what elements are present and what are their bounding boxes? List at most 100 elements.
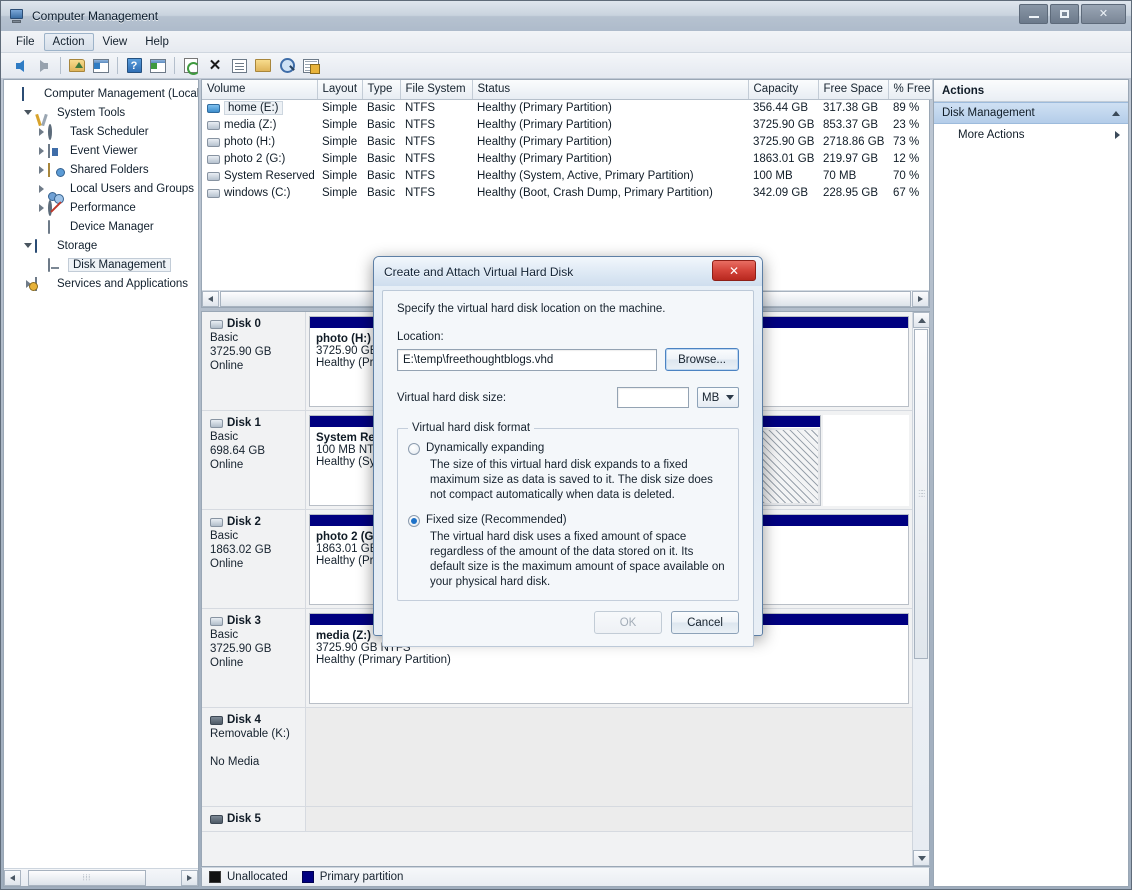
tree-item-performance[interactable]: Performance bbox=[4, 198, 198, 217]
chevron-down-icon[interactable] bbox=[21, 110, 35, 115]
tree-item-services-and-applications[interactable]: Services and Applications bbox=[4, 274, 198, 293]
column-header-volume[interactable]: Volume bbox=[202, 80, 318, 100]
disk-row[interactable]: Disk 5 bbox=[202, 807, 912, 832]
table-row[interactable]: windows (C:) Simple Basic NTFS Healthy (Boot… bbox=[202, 185, 962, 202]
free-space-cell: 219.97 GB bbox=[823, 153, 878, 165]
disk-row[interactable]: Disk 4 Removable (K:) No Media bbox=[202, 708, 912, 807]
tree-item-local-users-and-groups[interactable]: Local Users and Groups bbox=[4, 179, 198, 198]
tree-horizontal-scrollbar[interactable]: ⦙⦙⦙ bbox=[4, 868, 198, 886]
delete-icon[interactable]: ✕ bbox=[204, 55, 226, 77]
disk-header[interactable]: Disk 3 Basic 3725.90 GB Online bbox=[202, 609, 306, 707]
column-header-percent-free[interactable]: % Free bbox=[888, 80, 933, 100]
tree-item-shared-folders[interactable]: Shared Folders bbox=[4, 160, 198, 179]
open-folder-icon[interactable] bbox=[252, 55, 274, 77]
table-row[interactable]: home (E:) Simple Basic NTFS Healthy (Primary… bbox=[202, 99, 962, 117]
column-header-layout[interactable]: Layout bbox=[317, 80, 363, 100]
column-header-type[interactable]: Type bbox=[362, 80, 401, 100]
column-header-free-space[interactable]: Free Space bbox=[818, 80, 889, 100]
chevron-right-icon[interactable] bbox=[34, 165, 48, 174]
capacity-cell: 356.44 GB bbox=[753, 102, 808, 114]
option-dynamically-expanding[interactable]: Dynamically expanding bbox=[408, 442, 728, 455]
tree-item-computer-management-local[interactable]: Computer Management (Local bbox=[4, 84, 198, 103]
radio-fixed-size[interactable] bbox=[408, 514, 420, 527]
dialog-content: Specify the virtual hard disk location o… bbox=[382, 290, 754, 648]
tree-item-task-scheduler[interactable]: Task Scheduler bbox=[4, 122, 198, 141]
disk-type: Basic bbox=[210, 629, 239, 641]
properties-icon[interactable] bbox=[228, 55, 250, 77]
configure-view-icon[interactable] bbox=[300, 55, 322, 77]
browse-button[interactable]: Browse... bbox=[665, 348, 739, 371]
cancel-button[interactable]: Cancel bbox=[671, 611, 739, 635]
disk-state: Online bbox=[210, 558, 244, 570]
refresh-icon[interactable] bbox=[180, 55, 202, 77]
help-icon[interactable]: ? bbox=[123, 55, 145, 77]
volume-scroll-right-arrow[interactable] bbox=[912, 291, 929, 307]
chevron-right-icon[interactable] bbox=[34, 184, 48, 193]
chevron-down-icon bbox=[726, 395, 734, 400]
close-button[interactable]: ✕ bbox=[1081, 4, 1126, 24]
menu-item-file[interactable]: File bbox=[7, 33, 44, 51]
disk-header[interactable]: Disk 1 Basic 698.64 GB Online bbox=[202, 411, 306, 509]
disk-volume-icon bbox=[207, 103, 220, 113]
radio-dynamically-expanding[interactable] bbox=[408, 443, 420, 455]
up-folder-icon[interactable] bbox=[66, 55, 88, 77]
menu-item-help[interactable]: Help bbox=[136, 33, 178, 51]
tree-scroll-thumb[interactable]: ⦙⦙⦙ bbox=[28, 869, 146, 886]
tree-item-storage[interactable]: Storage bbox=[4, 236, 198, 255]
disk-vertical-scrollbar[interactable]: ⦙⦙⦙ bbox=[912, 312, 930, 866]
column-header-file-system[interactable]: File System bbox=[400, 80, 473, 100]
maximize-button[interactable] bbox=[1050, 4, 1079, 24]
chevron-up-icon[interactable] bbox=[1112, 110, 1120, 116]
size-unit-select[interactable]: MB bbox=[697, 387, 739, 408]
dialog-close-button[interactable]: ✕ bbox=[712, 260, 756, 281]
location-input[interactable]: E:\temp\freethoughtblogs.vhd bbox=[397, 348, 658, 371]
menu-item-view[interactable]: View bbox=[94, 33, 137, 51]
forward-arrow-icon[interactable] bbox=[33, 55, 55, 77]
tree-item-disk-management[interactable]: Disk Management bbox=[4, 255, 198, 274]
disk-scroll-up-arrow[interactable] bbox=[913, 312, 930, 328]
chevron-right-icon[interactable] bbox=[34, 127, 48, 136]
search-icon[interactable] bbox=[276, 55, 298, 77]
table-row[interactable]: System Reserved Simple Basic NTFS Healthy (S… bbox=[202, 168, 962, 185]
tree-scroll-left-arrow[interactable] bbox=[4, 869, 21, 886]
tree-scroll-right-arrow[interactable] bbox=[181, 869, 198, 886]
disk-scroll-down-arrow[interactable] bbox=[913, 850, 930, 866]
table-row[interactable]: photo 2 (G:) Simple Basic NTFS Healthy (Prim… bbox=[202, 151, 962, 168]
chevron-right-icon[interactable] bbox=[34, 146, 48, 155]
menu-item-action[interactable]: Action bbox=[43, 32, 94, 51]
chevron-down-icon[interactable] bbox=[21, 243, 35, 248]
chevron-right-icon[interactable] bbox=[1115, 131, 1120, 139]
disk-title: Disk 5 bbox=[210, 813, 297, 825]
tree-item-event-viewer[interactable]: Event Viewer bbox=[4, 141, 198, 160]
option-fixed-size[interactable]: Fixed size (Recommended) bbox=[408, 514, 728, 527]
chevron-right-icon[interactable] bbox=[34, 203, 48, 212]
column-header-capacity[interactable]: Capacity bbox=[748, 80, 819, 100]
actions-item-more-actions[interactable]: More Actions bbox=[934, 124, 1128, 146]
table-row[interactable]: media (Z:) Simple Basic NTFS Healthy (Primar… bbox=[202, 117, 962, 134]
tree-item-system-tools[interactable]: System Tools bbox=[4, 103, 198, 122]
toolbar-separator bbox=[60, 57, 61, 74]
show-hide-console-tree-icon[interactable] bbox=[90, 55, 112, 77]
tree-item-device-manager[interactable]: Device Manager bbox=[4, 217, 198, 236]
type-cell: Basic bbox=[367, 170, 396, 182]
back-arrow-icon[interactable] bbox=[9, 55, 31, 77]
percent-free-cell: 73 % bbox=[893, 136, 920, 148]
capacity-cell: 342.09 GB bbox=[753, 187, 808, 199]
disk-header[interactable]: Disk 2 Basic 1863.02 GB Online bbox=[202, 510, 306, 608]
disk-header[interactable]: Disk 0 Basic 3725.90 GB Online bbox=[202, 312, 306, 410]
disk-header[interactable]: Disk 5 bbox=[202, 807, 306, 831]
disk-header[interactable]: Disk 4 Removable (K:) No Media bbox=[202, 708, 306, 806]
table-row[interactable]: photo (H:) Simple Basic NTFS Healthy (Primar… bbox=[202, 134, 962, 151]
column-header-status[interactable]: Status bbox=[472, 80, 749, 100]
actions-item-disk-management[interactable]: Disk Management bbox=[934, 102, 1128, 124]
show-hide-action-pane-icon[interactable] bbox=[147, 55, 169, 77]
free-space-cell: 228.95 GB bbox=[823, 187, 878, 199]
performance-icon bbox=[48, 199, 64, 216]
volume-cell: home (E:) bbox=[202, 100, 317, 117]
minimize-button[interactable] bbox=[1019, 4, 1048, 24]
partition-block[interactable] bbox=[822, 415, 909, 506]
ok-button[interactable]: OK bbox=[594, 611, 662, 635]
disk-scroll-thumb[interactable]: ⦙⦙⦙ bbox=[914, 329, 928, 659]
size-input[interactable] bbox=[617, 387, 689, 408]
volume-scroll-left-arrow[interactable] bbox=[202, 291, 219, 307]
